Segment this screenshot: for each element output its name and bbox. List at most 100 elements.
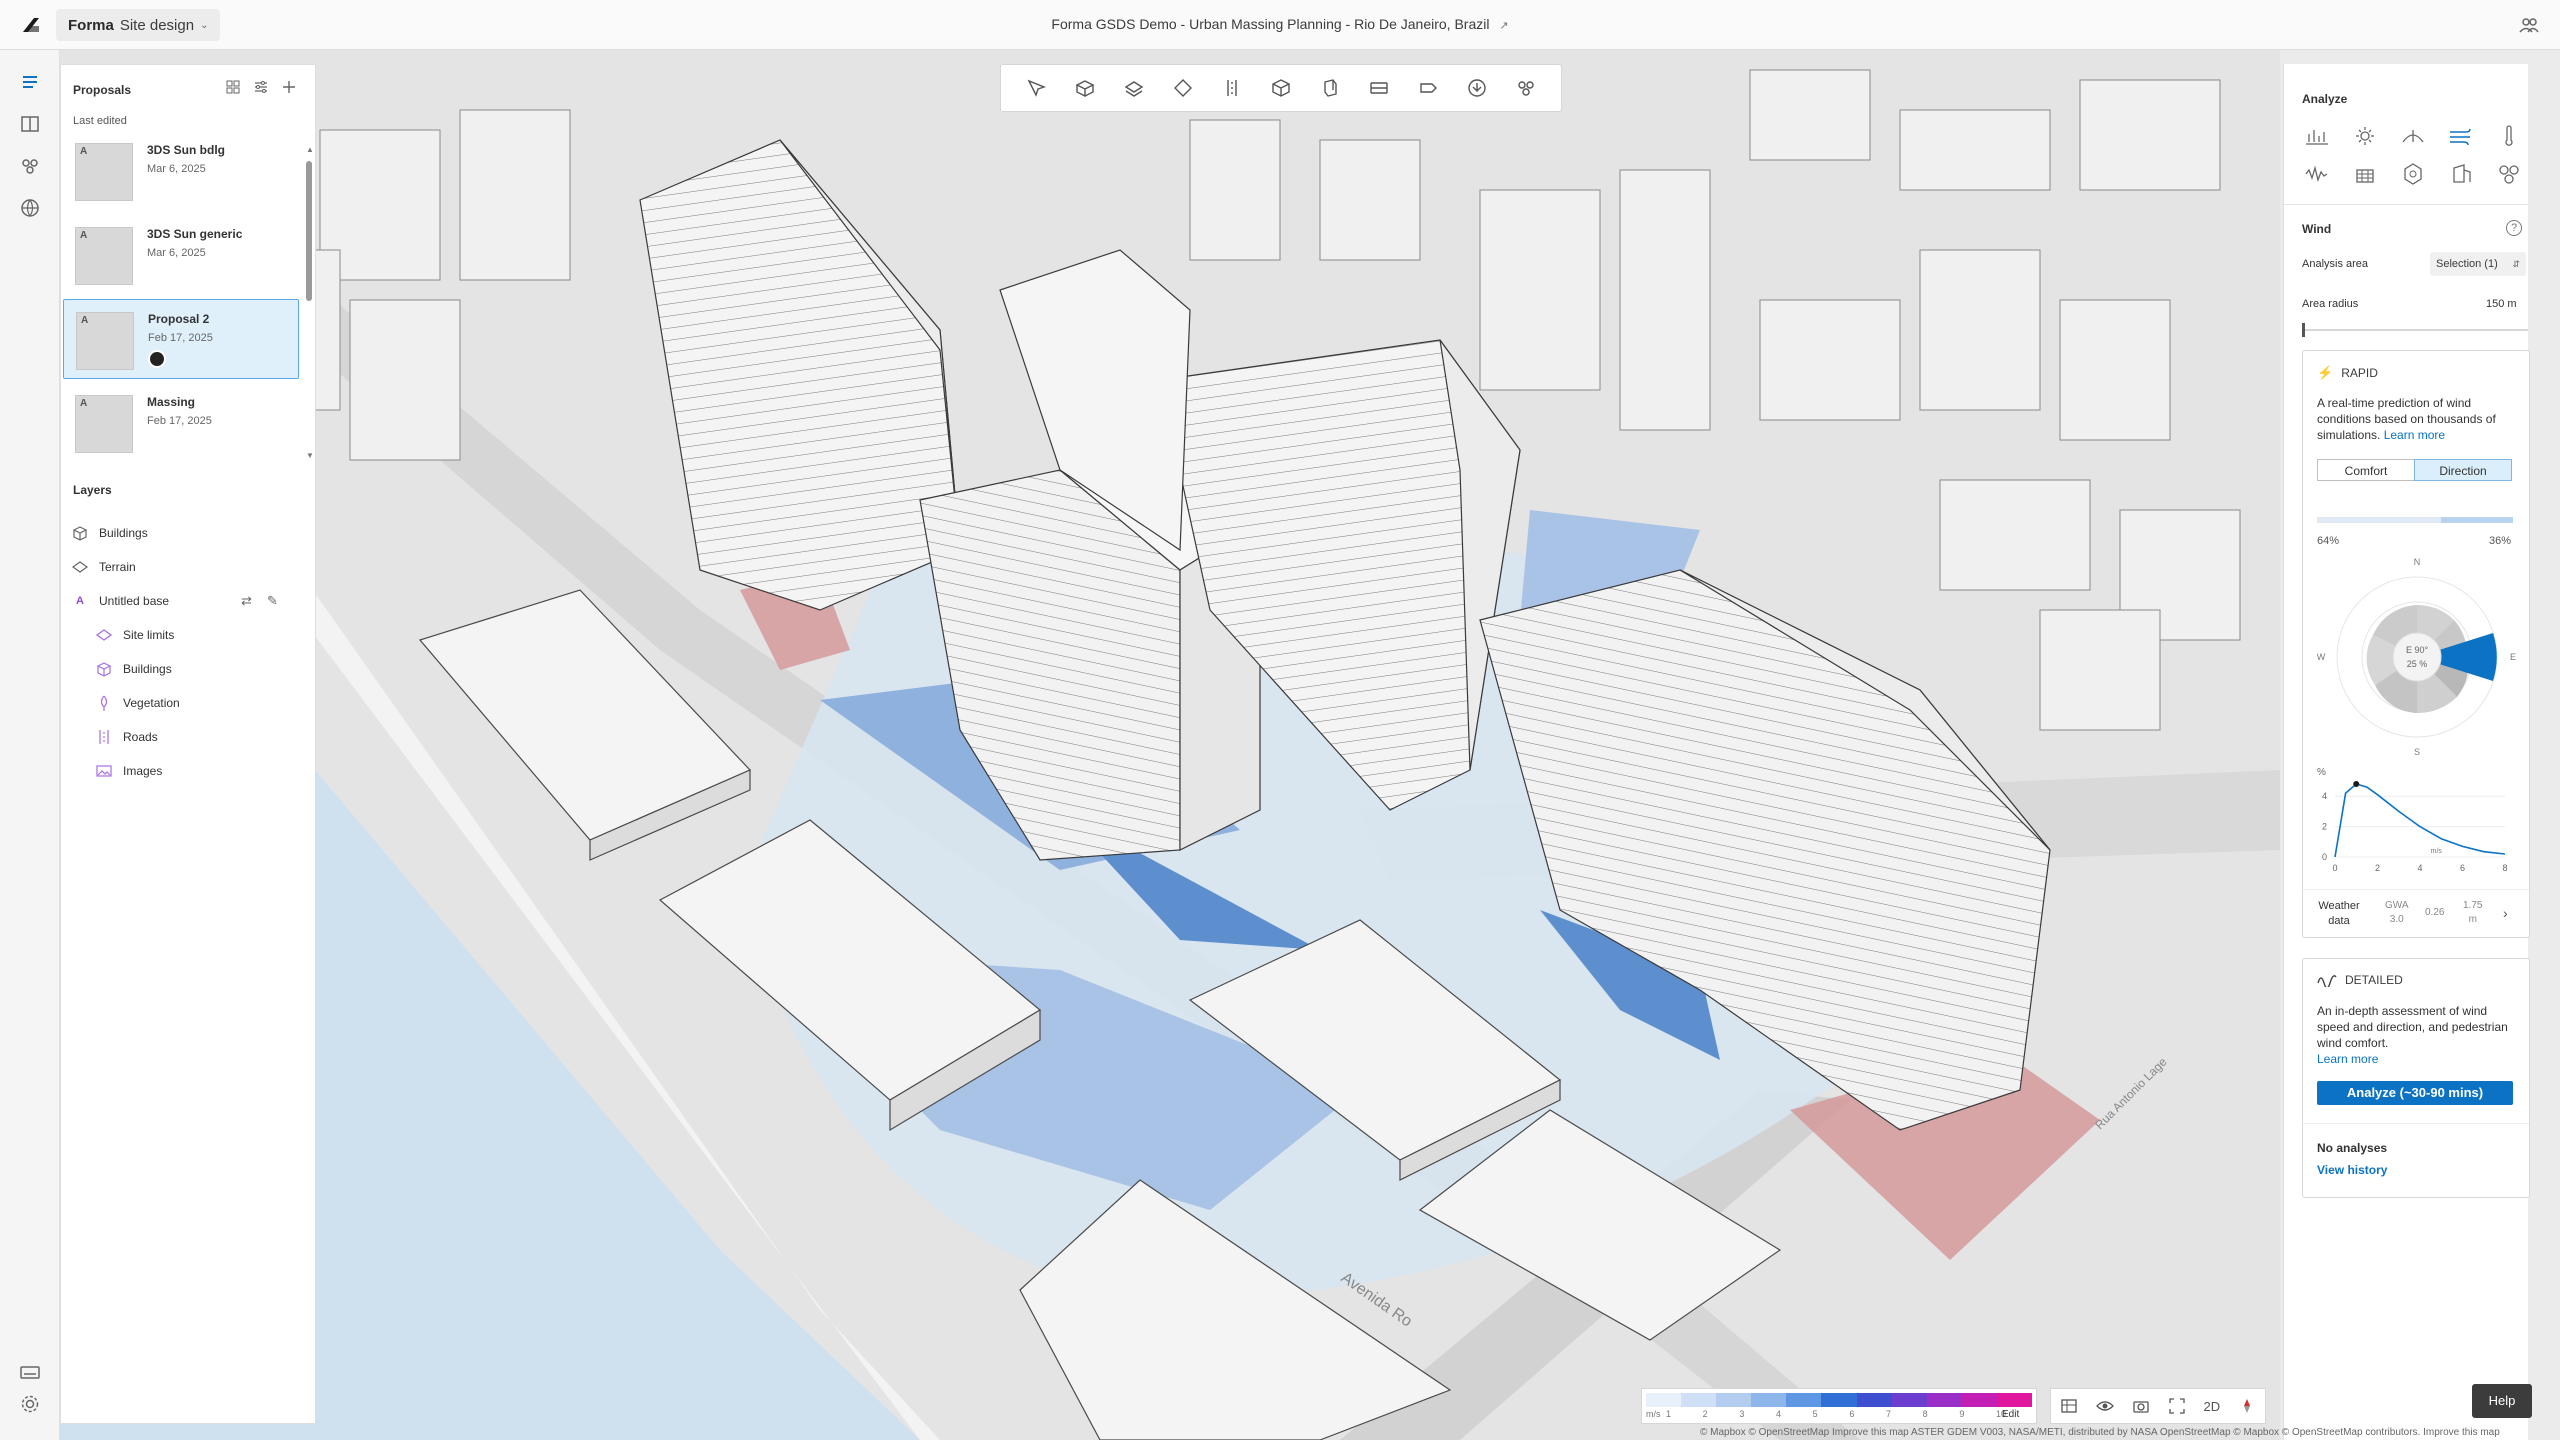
compass-icon[interactable] [2238,1397,2256,1415]
layer-row-base-buildings[interactable]: Buildings [95,657,172,681]
legend-ticks: 1 2 3 4 5 6 7 8 9 10 [1666,1409,2006,1421]
legend-tick: 5 [1812,1409,1818,1419]
floors-tool-icon[interactable] [1362,73,1396,103]
proposal-thumbnail: A [76,312,134,370]
fit-view-icon[interactable] [2168,1397,2186,1415]
weather-data-row[interactable]: Weather data GWA 3.0 0.26 1.75 m › [2317,897,2517,933]
globe-icon[interactable] [18,196,42,220]
analyze-detailed-button[interactable]: Analyze (~30-90 mins) [2317,1081,2513,1105]
proposal-name: Proposal 2 [148,312,210,326]
sun-icon[interactable] [2350,122,2380,150]
legend-swatch [1786,1393,1822,1407]
layer-row-roads[interactable]: Roads [95,725,158,749]
compass-south: S [2414,747,2420,757]
scroll-down-icon[interactable]: ▼ [306,451,314,460]
buildings-icon [72,526,88,541]
proposal-card[interactable]: A 3DS Sun generic Mar 6, 2025 [63,215,299,295]
layers-title: Layers [73,483,112,497]
proposals-title: Proposals [73,83,132,97]
proposal-card-selected[interactable]: A Proposal 2 Feb 17, 2025 [63,299,299,379]
grid-view-icon[interactable] [225,79,241,95]
area-radius-slider[interactable] [2302,323,2528,337]
layer-label: Site limits [123,628,175,642]
edit-pencil-icon[interactable]: ✎ [267,593,278,609]
scroll-up-icon[interactable]: ▲ [306,145,314,154]
user-avatar [148,350,166,368]
rapid-learn-more-link[interactable]: Learn more [2384,428,2445,442]
buildings-icon [96,662,112,677]
swap-icon[interactable]: ⇄ [241,593,252,609]
filter-icon[interactable] [253,79,269,95]
help-button[interactable]: Help [2472,1384,2532,1418]
draw-building-icon[interactable] [1068,73,1102,103]
layer-row-buildings[interactable]: Buildings [71,521,148,545]
massing-tool-icon[interactable] [1264,73,1298,103]
chevron-right-icon[interactable]: › [2503,905,2508,921]
chart-y-axis-label: % [2317,767,2326,778]
compass-west: W [2317,652,2326,662]
divider [2303,1123,2529,1124]
polygon-tool-icon[interactable] [1166,73,1200,103]
tag-tool-icon[interactable] [1411,73,1445,103]
analyze-panel: Analyze Wind ? Analysis area Selection (… [2283,64,2530,1440]
layer-label: Terrain [99,560,136,574]
legend-tick: 9 [1959,1409,1965,1419]
camera-icon[interactable] [2132,1397,2150,1415]
scrollbar-thumb[interactable] [306,161,312,301]
add-proposal-icon[interactable] [281,79,297,95]
bar-analysis-icon[interactable] [2302,122,2332,150]
weather-roughness: 0.26 [2425,907,2445,918]
wind-icon[interactable] [2446,122,2476,150]
hexagon-analysis-icon[interactable] [2398,160,2428,188]
import-icon[interactable] [1460,73,1494,103]
detailed-learn-more-link[interactable]: Learn more [2317,1051,2517,1067]
layer-row-images[interactable]: Images [95,759,162,783]
settings-gear-icon[interactable] [18,1392,42,1416]
document-title[interactable]: Forma GSDS Demo - Urban Massing Planning… [0,16,2560,32]
lightning-icon: ⚡ [2317,365,2334,380]
road-tool-icon[interactable] [1215,73,1249,103]
slider-handle[interactable] [2302,323,2305,337]
noise-icon[interactable] [2302,160,2332,188]
weather-source-version: 3.0 [2389,914,2404,925]
select-tool-icon[interactable] [1019,73,1053,103]
tab-direction[interactable]: Direction [2414,459,2512,481]
map-layer-icon[interactable] [2060,1397,2078,1415]
more-analyses-icon[interactable] [2494,160,2524,188]
2d-toggle[interactable]: 2D [2204,1399,2221,1414]
visibility-eye-icon[interactable] [2095,1397,2114,1415]
analysis-area-select[interactable]: Selection (1) ⇵ [2430,252,2526,276]
collaborators-icon[interactable] [2518,14,2540,36]
box-tool-icon[interactable] [1313,73,1347,103]
weather-height: 1.75 m [2463,899,2482,927]
proposals-subheader: Last edited [73,115,127,127]
extensions-icon[interactable] [18,154,42,178]
analysis-area-label: Analysis area [2302,258,2369,270]
proposals-list-icon[interactable] [18,70,42,94]
layer-row-terrain[interactable]: Terrain [71,555,136,579]
layer-row-site-limits[interactable]: Site limits [95,623,174,647]
solar-energy-icon[interactable] [2446,160,2476,188]
legend-swatch [1926,1393,1962,1407]
help-circle-icon[interactable]: ? [2506,220,2522,236]
proposal-card[interactable]: A Massing Feb 17, 2025 [63,383,299,463]
layer-row-base[interactable]: A Untitled base ⇄ ✎ [71,589,291,613]
keyboard-icon[interactable] [18,1360,42,1384]
legend-edit-link[interactable]: Edit [2002,1409,2019,1420]
microclimate-icon[interactable] [2350,160,2380,188]
document-title-text: Forma GSDS Demo - Urban Massing Planning… [1051,16,1490,32]
thermometer-icon[interactable] [2494,122,2524,150]
map-attribution[interactable]: © Mapbox © OpenStreetMap Improve this ma… [1700,1427,2500,1438]
external-link-icon[interactable]: ↗ [1499,20,1508,32]
layer-row-vegetation[interactable]: Vegetation [95,691,180,715]
proposal-card[interactable]: A 3DS Sun bdlg Mar 6, 2025 [63,131,299,211]
extensions-tool-icon[interactable] [1509,73,1543,103]
zone-tool-icon[interactable] [1117,73,1151,103]
view-history-link[interactable]: View history [2317,1163,2387,1177]
proposals-scrollbar[interactable]: ▲ ▼ [306,145,314,465]
proposals-list: A 3DS Sun bdlg Mar 6, 2025 A 3DS Sun gen… [61,131,307,465]
tab-comfort[interactable]: Comfort [2317,459,2415,481]
library-icon[interactable] [18,112,42,136]
map-3d-viewport[interactable]: Avenida Ro Rua Antonio Lage [60,50,2280,1440]
daylight-icon[interactable] [2398,122,2428,150]
